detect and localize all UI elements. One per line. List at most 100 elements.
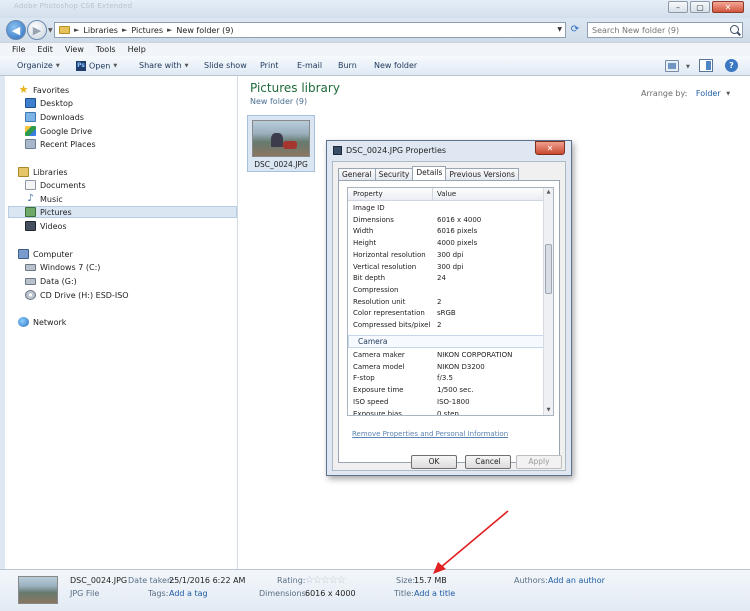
scroll-thumb[interactable]	[545, 244, 552, 294]
breadcrumb-pictures[interactable]: Pictures	[131, 26, 163, 35]
preview-pane-icon[interactable]	[699, 59, 713, 72]
date-taken-value[interactable]: 25/1/2016 6:22 AM	[169, 576, 245, 585]
breadcrumb-libraries[interactable]: Libraries	[83, 26, 118, 35]
nav-data-drive[interactable]: Data (G:)	[25, 275, 77, 287]
open-button[interactable]: Ps Open ▼	[76, 61, 117, 71]
property-row[interactable]: Compressed bits/pixel 2	[348, 320, 544, 332]
change-view-icon[interactable]	[665, 60, 679, 72]
apply-button[interactable]: Apply	[516, 455, 562, 469]
property-row[interactable]: Horizontal resolution 300 dpi	[348, 250, 544, 262]
nav-videos[interactable]: Videos	[25, 220, 67, 232]
minimize-button[interactable]: –	[668, 1, 688, 13]
column-header-value[interactable]: Value	[437, 190, 456, 198]
tags-value[interactable]: Add a tag	[169, 589, 208, 598]
search-icon[interactable]	[730, 25, 739, 34]
nav-libraries[interactable]: Libraries	[18, 166, 68, 178]
tab-details[interactable]: Details	[412, 166, 447, 180]
property-row[interactable]: Resolution unit 2	[348, 297, 544, 309]
cancel-button[interactable]: Cancel	[465, 455, 511, 469]
property-value[interactable]: 2	[437, 298, 441, 306]
property-row[interactable]: Bit depth 24	[348, 273, 544, 285]
dialog-close-button[interactable]: ✕	[535, 141, 565, 155]
nav-documents[interactable]: Documents	[25, 179, 86, 191]
column-divider[interactable]	[432, 188, 433, 201]
nav-google-drive[interactable]: Google Drive	[25, 125, 92, 137]
search-input[interactable]	[588, 23, 723, 37]
menu-edit[interactable]: Edit	[37, 45, 53, 54]
new-folder-button[interactable]: New folder	[374, 61, 417, 70]
nav-recent-places[interactable]: Recent Places	[25, 138, 96, 150]
breadcrumb-separator-icon[interactable]: ►	[122, 26, 127, 34]
slide-show-button[interactable]: Slide show	[204, 61, 247, 70]
scroll-down-icon[interactable]: ▼	[544, 406, 553, 415]
view-dropdown-icon[interactable]: ▼	[683, 62, 690, 71]
tab-previous-versions[interactable]: Previous Versions	[445, 168, 519, 180]
menu-tools[interactable]: Tools	[96, 45, 116, 54]
property-value[interactable]: 300 dpi	[437, 251, 463, 259]
property-value[interactable]: 24	[437, 274, 446, 282]
forward-button[interactable]: ▶	[27, 20, 47, 40]
tab-general[interactable]: General	[338, 168, 376, 180]
property-row[interactable]: Height 4000 pixels	[348, 238, 544, 250]
menu-help[interactable]: Help	[128, 45, 146, 54]
property-value[interactable]: 4000 pixels	[437, 239, 477, 247]
burn-button[interactable]: Burn	[338, 61, 357, 70]
property-value[interactable]: ISO-1800	[437, 398, 470, 406]
property-row[interactable]: Image ID	[348, 203, 544, 215]
property-value[interactable]: sRGB	[437, 309, 456, 317]
refresh-icon[interactable]: ⟳	[568, 22, 582, 38]
vertical-scrollbar[interactable]: ▲ ▼	[543, 188, 553, 415]
nav-downloads[interactable]: Downloads	[25, 111, 84, 123]
library-subtitle[interactable]: New folder (9)	[250, 97, 307, 106]
nav-cd-drive[interactable]: CD Drive (H:) ESD-ISO	[25, 289, 129, 301]
property-row[interactable]: F-stop f/3.5	[348, 373, 544, 385]
property-row[interactable]: Exposure bias 0 step	[348, 409, 544, 416]
property-row[interactable]: Compression	[348, 285, 544, 297]
organize-button[interactable]: Organize ▼	[17, 61, 60, 70]
property-row[interactable]: Exposure time 1/500 sec.	[348, 385, 544, 397]
ok-button[interactable]: OK	[411, 455, 457, 469]
back-button[interactable]: ◀	[6, 20, 26, 40]
property-value[interactable]: 6016 pixels	[437, 227, 477, 235]
property-row[interactable]: Vertical resolution 300 dpi	[348, 262, 544, 274]
help-icon[interactable]: ?	[725, 59, 738, 72]
chevron-down-icon[interactable]: ▼	[726, 91, 730, 97]
close-button[interactable]: ✕	[712, 1, 744, 13]
nav-music[interactable]: ♪ Music	[25, 193, 62, 205]
tab-security[interactable]: Security	[374, 168, 414, 180]
property-value[interactable]: 2	[437, 321, 441, 329]
remove-properties-link[interactable]: Remove Properties and Personal Informati…	[352, 430, 508, 438]
property-value[interactable]: 6016 x 4000	[437, 216, 481, 224]
authors-value[interactable]: Add an author	[548, 576, 605, 585]
column-header-property[interactable]: Property	[353, 190, 383, 198]
property-row[interactable]: Width 6016 pixels	[348, 226, 544, 238]
menu-view[interactable]: View	[65, 45, 84, 54]
property-row[interactable]: Color representation sRGB	[348, 308, 544, 320]
property-row[interactable]: Camera model NIKON D3200	[348, 362, 544, 374]
property-value[interactable]: NIKON CORPORATION	[437, 351, 512, 359]
arrange-by-dropdown[interactable]: Folder	[696, 89, 721, 98]
property-value[interactable]: NIKON D3200	[437, 363, 485, 371]
email-button[interactable]: E-mail	[297, 61, 322, 70]
scroll-up-icon[interactable]: ▲	[544, 188, 553, 197]
breadcrumb-new-folder[interactable]: New folder (9)	[176, 26, 233, 35]
address-dropdown-icon[interactable]: ▼	[557, 26, 562, 33]
nav-network[interactable]: Network	[18, 316, 66, 328]
print-button[interactable]: Print	[260, 61, 278, 70]
nav-pictures[interactable]: Pictures	[8, 206, 237, 218]
file-tile[interactable]: DSC_0024.JPG	[247, 115, 315, 172]
nav-favorites[interactable]: ★ Favorites	[18, 84, 70, 96]
breadcrumb-separator-icon[interactable]: ►	[167, 26, 172, 34]
property-value[interactable]: 1/500 sec.	[437, 386, 473, 394]
maximize-button[interactable]: ▢	[690, 1, 710, 13]
property-row[interactable]: ISO speed ISO-1800	[348, 397, 544, 409]
history-dropdown-icon[interactable]: ▼	[48, 27, 53, 34]
nav-computer[interactable]: Computer	[18, 248, 73, 260]
menu-file[interactable]: File	[12, 45, 25, 54]
address-bar[interactable]: ► Libraries ► Pictures ► New folder (9) …	[54, 22, 566, 38]
property-row[interactable]: Camera maker NIKON CORPORATION	[348, 350, 544, 362]
title-value[interactable]: Add a title	[414, 589, 455, 598]
search-box[interactable]	[587, 22, 743, 38]
nav-desktop[interactable]: Desktop	[25, 97, 73, 109]
nav-windows7-drive[interactable]: Windows 7 (C:)	[25, 261, 100, 273]
